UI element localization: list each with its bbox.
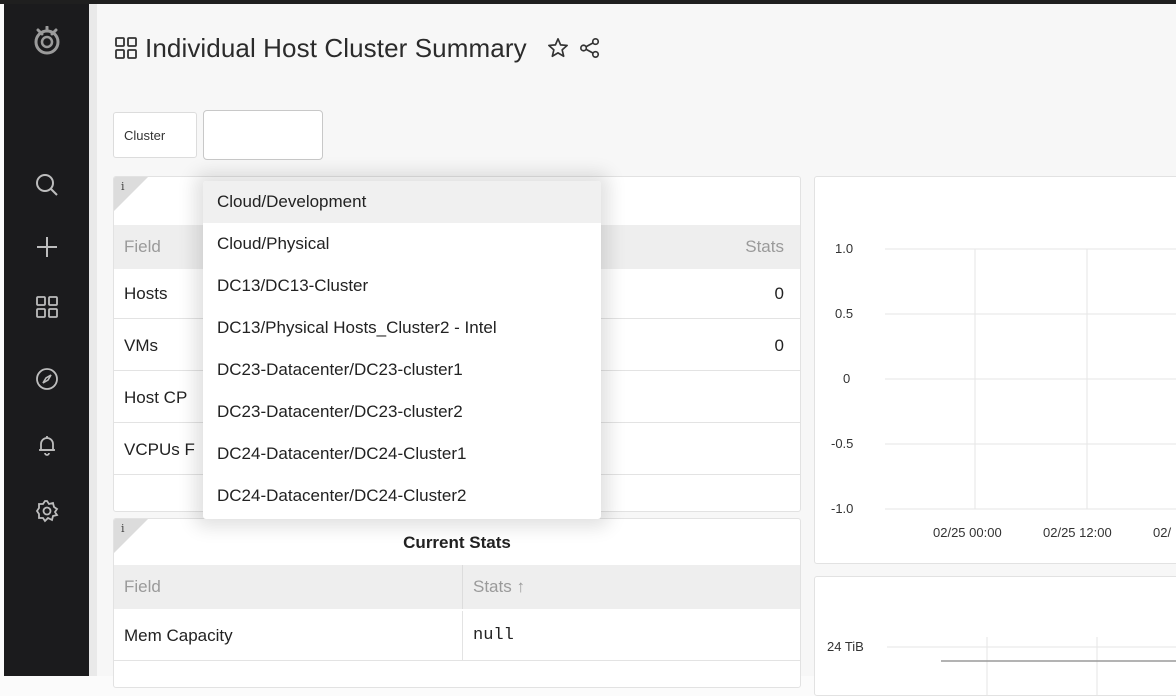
dashboards-grid-icon[interactable] [30, 290, 64, 324]
star-icon[interactable] [545, 35, 571, 61]
y-tick-label: 0 [843, 371, 850, 386]
column-header-stats[interactable]: Stats ↑ [462, 565, 525, 609]
plus-icon[interactable] [30, 230, 64, 264]
line-chart: 1.0 0.5 0 -0.5 -1.0 02/25 00:00 02/25 12… [831, 241, 1176, 540]
y-tick-label: -0.5 [831, 436, 853, 451]
dropdown-option[interactable]: DC23-Datacenter/DC23-cluster2 [203, 391, 601, 433]
dropdown-option[interactable]: Cloud/Development [203, 181, 601, 223]
dashboard-grid-icon [115, 37, 137, 59]
info-icon[interactable]: i [121, 180, 125, 193]
column-header-field[interactable]: Field [124, 577, 161, 597]
sidebar [4, 4, 89, 676]
y-tick-label: 24 TiB [827, 639, 864, 654]
line-chart: 24 TiB [827, 637, 1176, 695]
memory-graph-panel: 24 TiB [814, 576, 1176, 696]
bell-alerting-icon[interactable] [30, 428, 64, 462]
dropdown-option[interactable]: DC24-Datacenter/DC24-Cluster2 [203, 475, 601, 517]
gear-icon[interactable] [30, 494, 64, 528]
row-stats: 0 [774, 335, 784, 355]
panel-title[interactable]: Current Stats [114, 533, 800, 553]
cluster-variable-select[interactable] [203, 110, 323, 160]
cluster-variable-label: Cluster [113, 112, 197, 158]
graph-panel: 1.0 0.5 0 -0.5 -1.0 02/25 00:00 02/25 12… [814, 176, 1176, 564]
cluster-dropdown-menu: Cloud/Development Cloud/Physical DC13/DC… [203, 181, 601, 519]
search-icon[interactable] [30, 168, 64, 202]
dropdown-option[interactable]: DC13/Physical Hosts_Cluster2 - Intel [203, 307, 601, 349]
row-field: Mem Capacity [124, 625, 233, 645]
row-field: Host CP [124, 387, 188, 407]
dropdown-option[interactable]: DC23-Datacenter/DC23-cluster1 [203, 349, 601, 391]
sidebar-edge [89, 4, 97, 676]
x-tick-label: 02/25 12:00 [1043, 525, 1112, 540]
y-tick-label: 0.5 [835, 306, 853, 321]
table-header: Field Stats ↑ [114, 565, 800, 609]
dropdown-option[interactable]: DC24-Datacenter/DC24-Cluster1 [203, 433, 601, 475]
dropdown-option[interactable]: DC13/DC13-Cluster [203, 265, 601, 307]
compass-explore-icon[interactable] [30, 362, 64, 396]
column-header-stats[interactable]: Stats [745, 237, 784, 257]
page-title[interactable]: Individual Host Cluster Summary [145, 33, 527, 64]
x-tick-label: 02/ [1153, 525, 1171, 540]
row-field: Hosts [124, 283, 168, 303]
current-stats-panel: i Current Stats Field Stats ↑ Mem Capaci… [113, 518, 801, 688]
dropdown-option[interactable]: Cloud/Physical [203, 223, 601, 265]
row-stats: 0 [774, 283, 784, 303]
grafana-logo-icon[interactable] [30, 24, 64, 58]
column-header-field[interactable]: Field [124, 237, 161, 257]
row-field: VCPUs F [124, 439, 195, 459]
row-stats: null [462, 610, 514, 661]
x-tick-label: 02/25 00:00 [933, 525, 1002, 540]
y-tick-label: -1.0 [831, 501, 853, 516]
panel-info-corner[interactable] [114, 177, 148, 211]
table-row: Mem Capacity null [114, 610, 800, 661]
share-icon[interactable] [577, 35, 603, 61]
row-field: VMs [124, 335, 158, 355]
dashboard-header: Individual Host Cluster Summary [115, 28, 603, 68]
y-tick-label: 1.0 [835, 241, 853, 256]
